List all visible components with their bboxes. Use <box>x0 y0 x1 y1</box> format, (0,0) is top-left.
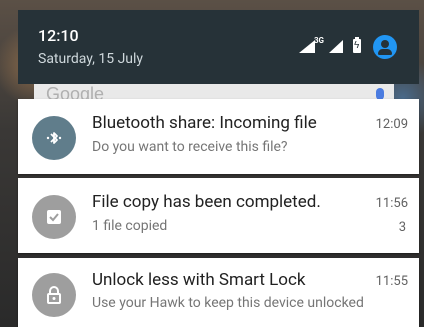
notification-time: 12:09 <box>375 117 408 132</box>
check-icon <box>32 195 76 239</box>
battery-charging-icon: ϟ <box>353 37 361 53</box>
notification-text: 1 file copied <box>92 218 168 234</box>
clock: 12:10 <box>38 26 79 45</box>
notification-time: 11:55 <box>375 274 408 289</box>
network-type-label: 3G <box>313 36 324 45</box>
wifi-signal-icon <box>299 40 315 53</box>
date-label[interactable]: Saturday, 15 July <box>38 51 143 67</box>
notification-title: Bluetooth share: Incoming file <box>92 113 317 133</box>
cell-signal-icon <box>329 40 343 53</box>
notification-title: File copy has been completed. <box>92 192 321 212</box>
notification-text: Do you want to receive this file? <box>92 139 288 155</box>
status-icons: 3G ϟ <box>277 35 397 59</box>
notification-time: 11:56 <box>375 196 408 211</box>
lock-icon <box>32 273 76 317</box>
notification-title: Unlock less with Smart Lock <box>92 270 306 290</box>
account-icon[interactable] <box>373 35 397 59</box>
notification-bluetooth-share[interactable]: Bluetooth share: Incoming file Do you wa… <box>18 99 419 174</box>
notification-count: 3 <box>398 220 406 235</box>
notification-text: Use your Hawk to keep this device unlock… <box>92 295 364 311</box>
notification-header: 12:10 Saturday, 15 July 3G ϟ <box>18 10 419 84</box>
notification-file-copy[interactable]: File copy has been completed. 1 file cop… <box>18 178 419 253</box>
notification-smart-lock[interactable]: Unlock less with Smart Lock Use your Haw… <box>18 258 419 327</box>
bluetooth-icon <box>32 116 76 160</box>
